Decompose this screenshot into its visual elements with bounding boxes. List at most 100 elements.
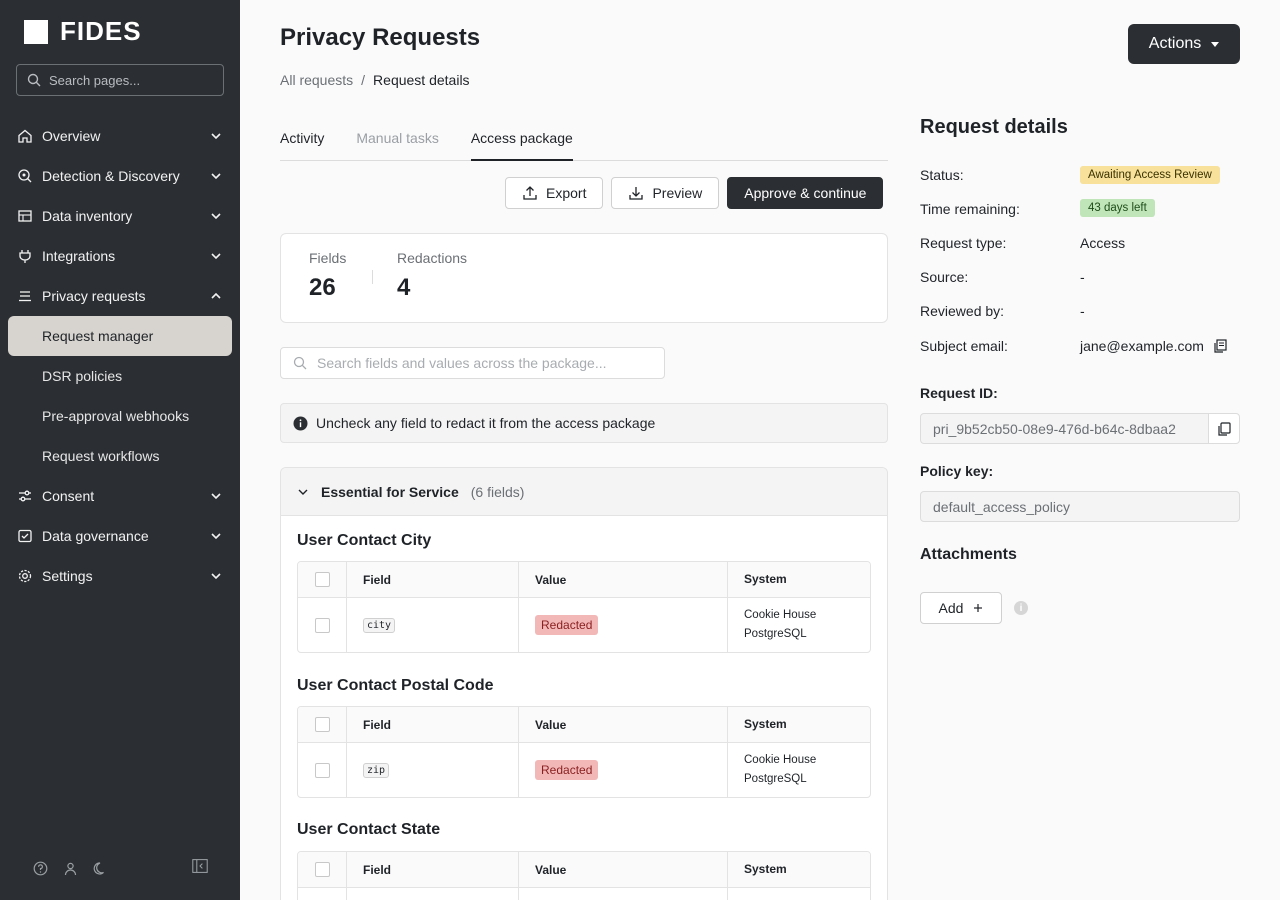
time-remaining-value: 43 days left xyxy=(1080,199,1155,217)
collapse-sidebar-icon[interactable] xyxy=(192,858,208,874)
select-all-checkbox[interactable] xyxy=(314,862,330,877)
source-label: Source: xyxy=(920,269,969,285)
tab-manual-tasks[interactable]: Manual tasks xyxy=(356,118,438,161)
redacted-badge: Redacted xyxy=(535,760,599,780)
request-id-field[interactable]: pri_9b52cb50-08e9-476d-b64c-8dbaa2 xyxy=(920,413,1209,444)
status-label: Status: xyxy=(920,167,964,183)
tab-bar: Activity Manual tasks Access package xyxy=(280,118,888,161)
nav-item-label: Settings xyxy=(42,568,93,584)
user-icon[interactable] xyxy=(62,860,78,876)
nav-item-integrations[interactable]: Integrations xyxy=(8,236,232,276)
chevron-down-icon xyxy=(210,170,222,182)
sidebar: FIDES Search pages... Overview Detection… xyxy=(0,0,240,900)
approve-continue-button[interactable]: Approve & continue xyxy=(727,177,884,209)
logo-mark-icon xyxy=(24,19,48,44)
column-header-field: Field xyxy=(347,562,519,597)
preview-button[interactable]: Preview xyxy=(611,177,720,209)
stat-divider xyxy=(372,270,373,284)
reviewed-by-value: - xyxy=(1080,303,1085,319)
nav-item-label: Data inventory xyxy=(42,208,133,224)
chevron-down-icon xyxy=(210,130,222,142)
attachments-info-icon[interactable]: i xyxy=(1014,601,1028,615)
caret-down-icon xyxy=(1211,41,1220,47)
field-group-title: User Contact City xyxy=(297,532,432,549)
nav-item-overview[interactable]: Overview xyxy=(8,116,232,156)
chevron-down-icon xyxy=(210,530,222,542)
redaction-info-text: Uncheck any field to redact it from the … xyxy=(316,415,656,431)
reviewed-by-label: Reviewed by: xyxy=(920,303,1005,319)
sidebar-footer xyxy=(32,858,212,878)
field-group-title: User Contact State xyxy=(297,821,441,838)
field-table: Field Value System zip Redacted Cookie H… xyxy=(297,706,871,798)
package-search-input[interactable]: Search fields and values across the pack… xyxy=(280,347,665,379)
system-cell: Cookie House PostgreSQL xyxy=(728,598,870,652)
sidebar-search-input[interactable]: Search pages... xyxy=(16,64,224,96)
search-icon xyxy=(27,73,41,87)
tab-activity[interactable]: Activity xyxy=(280,118,324,161)
main-nav: Overview Detection & Discovery Data inve… xyxy=(8,116,232,596)
table-row: city Redacted Cookie House PostgreSQL xyxy=(298,598,870,652)
brand-logo[interactable]: FIDES xyxy=(24,16,142,47)
table-header: Field Value System xyxy=(298,852,870,888)
chevron-down-icon xyxy=(210,210,222,222)
nav-item-data-governance[interactable]: Data governance xyxy=(8,516,232,556)
moon-icon[interactable] xyxy=(92,860,108,876)
column-header-system: System xyxy=(744,717,787,731)
nav-item-label: Integrations xyxy=(42,248,116,264)
tab-access-package[interactable]: Access package xyxy=(470,118,573,161)
nav-item-consent[interactable]: Consent xyxy=(8,476,232,516)
field-group-title: User Contact Postal Code xyxy=(297,677,494,694)
select-all-checkbox[interactable] xyxy=(314,717,330,732)
sidebar-item-request-workflows[interactable]: Request workflows xyxy=(8,436,232,476)
system-name: Cookie House xyxy=(744,609,817,621)
download-icon xyxy=(629,187,644,200)
category-section-header[interactable]: Essential for Service (6 fields) xyxy=(281,468,887,516)
info-icon xyxy=(293,416,308,430)
subject-email-text: jane@example.com xyxy=(1080,338,1204,354)
nav-item-data-inventory[interactable]: Data inventory xyxy=(8,196,232,236)
column-header-value: Value xyxy=(519,852,728,887)
breadcrumb-separator: / xyxy=(361,72,366,88)
actions-button-label: Actions xyxy=(1148,35,1202,52)
time-remaining-label: Time remaining: xyxy=(920,201,1020,217)
actions-button[interactable]: Actions xyxy=(1128,24,1240,64)
add-attachment-button[interactable]: Add xyxy=(920,592,1002,624)
nav-item-detection-discovery[interactable]: Detection & Discovery xyxy=(8,156,232,196)
stat-redactions-value: 4 xyxy=(397,274,411,301)
select-all-checkbox[interactable] xyxy=(314,572,330,587)
table-row xyxy=(298,888,870,900)
nav-item-privacy-requests[interactable]: Privacy requests xyxy=(8,276,232,316)
stat-redactions-label: Redactions xyxy=(397,250,468,266)
field-key: city xyxy=(363,617,396,633)
sidebar-item-request-manager[interactable]: Request manager xyxy=(8,316,232,356)
sidebar-item-pre-approval-webhooks[interactable]: Pre-approval webhooks xyxy=(8,396,232,436)
copy-request-id-button[interactable] xyxy=(1208,413,1240,444)
policy-key-label: Policy key: xyxy=(920,463,994,479)
field-table: Field Value System xyxy=(297,851,871,900)
policy-key-field[interactable]: default_access_policy xyxy=(920,491,1240,522)
add-attachment-label: Add xyxy=(938,600,964,616)
brand-name: FIDES xyxy=(60,16,142,46)
package-toolbar: Export Preview Approve & continue xyxy=(505,177,884,209)
package-search-placeholder: Search fields and values across the pack… xyxy=(317,355,607,371)
redaction-info-alert: Uncheck any field to redact it from the … xyxy=(280,403,888,443)
system-type: PostgreSQL xyxy=(744,628,807,640)
nav-item-settings[interactable]: Settings xyxy=(8,556,232,596)
sidebar-item-dsr-policies[interactable]: DSR policies xyxy=(8,356,232,396)
gear-icon xyxy=(16,567,34,585)
chevron-down-icon xyxy=(210,250,222,262)
row-checkbox[interactable] xyxy=(314,617,330,633)
column-header-system: System xyxy=(744,572,787,586)
plug-icon xyxy=(16,247,34,265)
field-key: zip xyxy=(363,762,390,778)
breadcrumb: All requests / Request details xyxy=(280,72,470,88)
export-button[interactable]: Export xyxy=(505,177,604,209)
breadcrumb-all-requests[interactable]: All requests xyxy=(280,72,353,88)
copy-icon[interactable] xyxy=(1212,338,1228,354)
table-icon xyxy=(16,207,34,225)
row-checkbox[interactable] xyxy=(314,762,330,778)
help-icon[interactable] xyxy=(32,860,48,876)
chevron-down-icon xyxy=(210,570,222,582)
time-remaining-badge: 43 days left xyxy=(1080,199,1155,217)
breadcrumb-current: Request details xyxy=(373,72,470,88)
